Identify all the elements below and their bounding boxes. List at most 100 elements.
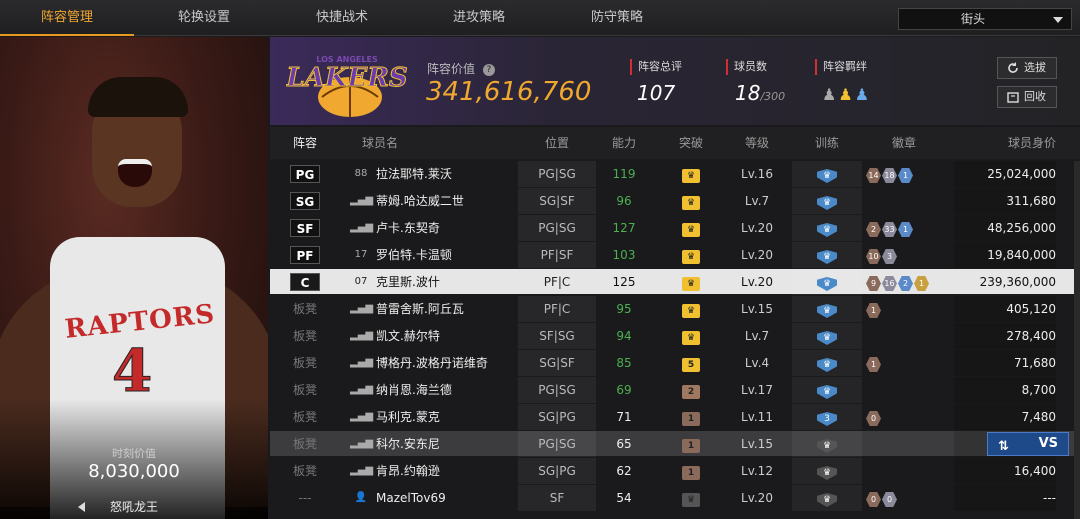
help-icon[interactable]: ? <box>482 63 495 76</box>
row-player-value: 19,840,000 <box>954 242 1056 268</box>
synergy-label: 阵容羁绊 <box>815 59 867 75</box>
team-header: LOS ANGELES LAKERS 阵容价值 ? 341,616,760 阵容… <box>270 37 1080 125</box>
row-lineup-slot[interactable]: SF <box>270 215 340 241</box>
row-training: ♛ <box>792 377 862 403</box>
lineup-screen: 阵容管理 轮换设置 快捷战术 进攻策略 防守策略 街头 RAPTORS 4 时刻… <box>0 0 1080 519</box>
synergy-icons[interactable]: ♟♟♟ <box>822 85 871 104</box>
compare-vs-button[interactable]: ⇅ VS <box>987 432 1069 456</box>
row-training: ♛ <box>792 323 862 349</box>
crown-icon: ♛ <box>682 304 700 318</box>
table-row[interactable]: SF ▂▄▆ 卢卡.东契奇 PG|SG 127 ♛ Lv.20 ♛ 2 33 1 48,256,000 <box>270 215 1080 241</box>
row-lineup-slot[interactable]: PF <box>270 242 340 268</box>
crown-icon: 2 <box>682 385 700 399</box>
table-row[interactable]: PG 88 拉法耶特.莱沃 PG|SG 119 ♛ Lv.16 ♛ 14 18 1 25,024,00… <box>270 161 1080 187</box>
player-count-max: /300 <box>760 90 786 103</box>
signal-icon: ▂▄▆ <box>350 330 374 341</box>
table-row[interactable]: C 07 克里斯.波什 PF|C 125 ♛ Lv.20 ♛ 9 16 2 1 239,360,000 <box>270 269 1080 295</box>
mode-dropdown[interactable]: 街头 <box>898 8 1072 30</box>
row-ability: 69 <box>616 383 632 397</box>
badge-icon: 9 <box>866 276 881 291</box>
row-level: Lv.15 <box>741 437 773 451</box>
table-row[interactable]: 板凳 ▂▄▆ 凯文.赫尔特 SF|SG 94 ♛ Lv.7 ♛ 278,400 <box>270 323 1080 349</box>
tab-quick-tactics[interactable]: 快捷战术 <box>274 0 410 36</box>
row-lineup-slot[interactable]: --- <box>270 485 340 511</box>
table-row[interactable]: 板凳 ▂▄▆ 博格丹.波格丹诺维奇 SG|SF 85 5 Lv.4 ♛ 1 71,680 <box>270 350 1080 376</box>
row-lineup-slot[interactable]: C <box>270 269 340 295</box>
row-player-name: 罗伯特.卡温顿 <box>376 248 452 262</box>
row-ability: 127 <box>612 221 636 235</box>
col-header-breakthrough[interactable]: 突破 <box>656 127 726 159</box>
recycle-button[interactable]: 回收 <box>997 86 1057 108</box>
row-player-name: 拉法耶特.莱沃 <box>376 167 452 181</box>
row-lineup-slot[interactable]: PG <box>270 161 340 187</box>
chevron-down-icon <box>1053 17 1063 23</box>
tab-rotation-settings[interactable]: 轮换设置 <box>134 0 274 36</box>
table-row[interactable]: 板凳 ▂▄▆ 肯昂.约翰逊 SG|PG 62 1 Lv.12 ♛ 16,400 <box>270 458 1080 484</box>
training-shield-icon: ♛ <box>817 358 837 372</box>
col-header-badges[interactable]: 徽章 <box>864 127 944 159</box>
table-row[interactable]: 板凳 ▂▄▆ 科尔.安东尼 PG|SG 65 1 Lv.15 ♛ <box>270 431 1080 457</box>
row-lineup-slot[interactable]: 板凳 <box>270 431 340 457</box>
row-lineup-slot[interactable]: 板凳 <box>270 404 340 430</box>
table-row[interactable]: 板凳 ▂▄▆ 普雷舍斯.阿丘瓦 PF|C 95 ♛ Lv.15 ♛ 1 405,120 <box>270 296 1080 322</box>
table-row[interactable]: --- 👤 MazelTov69 SF 54 ♛ Lv.20 ♛ 0 0 --- <box>270 485 1080 511</box>
row-training: ♛ <box>792 485 862 511</box>
tab-lineup-management[interactable]: 阵容管理 <box>0 0 134 36</box>
row-breakthrough: 2 <box>656 377 726 403</box>
table-row[interactable]: 板凳 ▂▄▆ 马利克.蒙克 SG|PG 71 1 Lv.11 3 0 7,480 <box>270 404 1080 430</box>
row-breakthrough: 1 <box>656 458 726 484</box>
row-player-name: MazelTov69 <box>376 491 446 505</box>
badge-icon: 18 <box>882 168 897 183</box>
row-ability: 71 <box>616 410 632 424</box>
col-header-position[interactable]: 位置 <box>518 127 596 159</box>
row-player-value: --- <box>954 485 1056 511</box>
player-table-body: PG 88 拉法耶特.莱沃 PG|SG 119 ♛ Lv.16 ♛ 14 18 1 25,024,00… <box>270 161 1080 519</box>
row-player-value: 48,256,000 <box>954 215 1056 241</box>
row-position: PF|SF <box>518 242 596 268</box>
row-position: SG|SF <box>518 350 596 376</box>
row-player-value: 311,680 <box>954 188 1056 214</box>
table-scrollbar[interactable] <box>1074 161 1080 519</box>
tab-offense-strategy[interactable]: 进攻策略 <box>410 0 548 36</box>
row-player-value: 405,120 <box>954 296 1056 322</box>
row-player-name: 科尔.安东尼 <box>376 437 440 451</box>
row-lineup-slot[interactable]: 板凳 <box>270 458 340 484</box>
row-training: ♛ <box>792 269 862 295</box>
badge-icon: 1 <box>914 276 929 291</box>
row-lineup-slot[interactable]: SG <box>270 188 340 214</box>
table-row[interactable]: SG ▂▄▆ 蒂姆.哈达威二世 SG|SF 96 ♛ Lv.7 ♛ 311,680 <box>270 188 1080 214</box>
row-ability: 62 <box>616 464 632 478</box>
signal-icon: 👤 <box>354 492 368 503</box>
player-card-name: 怒吼龙王 <box>109 500 158 514</box>
select-button[interactable]: 选拔 <box>997 57 1057 79</box>
lakers-logo-icon: LOS ANGELES LAKERS <box>286 55 408 117</box>
moment-value: 8,030,000 <box>88 461 180 482</box>
prev-arrow-icon[interactable] <box>78 502 85 512</box>
row-player-name: 肯昂.约翰逊 <box>376 464 440 478</box>
col-header-training[interactable]: 训练 <box>792 127 862 159</box>
col-header-player-value[interactable]: 球员身价 <box>954 127 1056 159</box>
logo-text: LAKERS <box>286 63 408 93</box>
row-level: Lv.16 <box>741 167 773 181</box>
row-level: Lv.20 <box>741 275 773 289</box>
badge-icon: 1 <box>866 303 881 318</box>
row-badges <box>864 323 954 349</box>
col-header-name[interactable]: 球员名 <box>350 127 410 159</box>
tab-defense-strategy[interactable]: 防守策略 <box>548 0 686 36</box>
player-count: 18/300 <box>735 81 785 105</box>
row-lineup-slot[interactable]: 板凳 <box>270 296 340 322</box>
col-header-level[interactable]: 等级 <box>728 127 786 159</box>
col-header-lineup[interactable]: 阵容 <box>270 127 340 159</box>
table-row[interactable]: 板凳 ▂▄▆ 纳肖恩.海兰德 PG|SG 69 2 Lv.17 ♛ 8,700 <box>270 377 1080 403</box>
row-position: SG|PG <box>518 458 596 484</box>
row-training: ♛ <box>792 215 862 241</box>
crown-icon: 5 <box>682 358 700 372</box>
row-lineup-slot[interactable]: 板凳 <box>270 350 340 376</box>
col-header-ability[interactable]: 能力 <box>596 127 652 159</box>
row-ability: 96 <box>616 194 632 208</box>
row-badges: 9 16 2 1 <box>864 269 954 295</box>
row-position: SF <box>518 485 596 511</box>
row-lineup-slot[interactable]: 板凳 <box>270 377 340 403</box>
row-lineup-slot[interactable]: 板凳 <box>270 323 340 349</box>
table-row[interactable]: PF 17 罗伯特.卡温顿 PF|SF 103 ♛ Lv.20 ♛ 10 3 19,840,000 <box>270 242 1080 268</box>
